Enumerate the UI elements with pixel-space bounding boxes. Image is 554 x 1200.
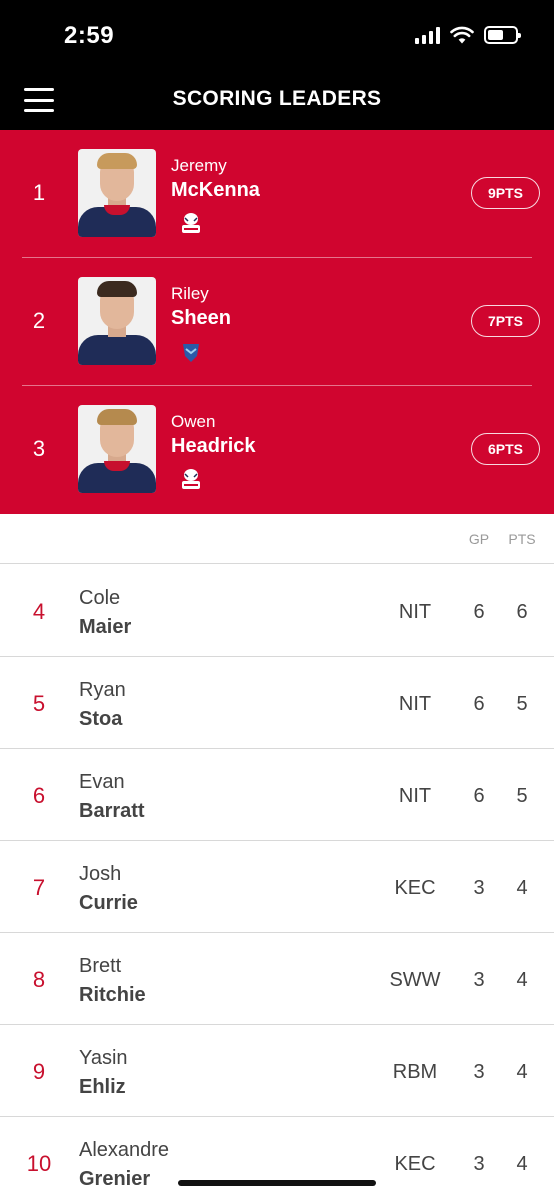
- header-gp: GP: [468, 531, 490, 547]
- row-team: NIT: [398, 601, 432, 623]
- wifi-icon: [450, 26, 474, 44]
- row-first-name: Alexandre: [79, 1139, 170, 1161]
- leader-rank: 2: [32, 308, 46, 333]
- row-rank: 9: [32, 1059, 46, 1084]
- row-last-name: Stoa: [79, 708, 123, 730]
- player-photo: [78, 405, 156, 493]
- ice-tigers-logo-icon: [182, 469, 200, 489]
- points-pill[interactable]: 6PTS: [471, 433, 540, 465]
- player-photo: [78, 149, 156, 237]
- row-team: NIT: [398, 693, 432, 715]
- leader-first-name: Owen: [171, 412, 216, 431]
- leader-last-name: Headrick: [171, 435, 256, 457]
- points-pill[interactable]: 7PTS: [471, 305, 540, 337]
- table-row[interactable]: 6 Evan Barratt NIT 6 5: [0, 749, 554, 841]
- points-pill[interactable]: 9PTS: [471, 177, 540, 209]
- table-row[interactable]: 8 Brett Ritchie SWW 3 4: [0, 933, 554, 1025]
- row-gp: 3: [473, 1153, 485, 1175]
- table-row[interactable]: 7 Josh Currie KEC 3 4: [0, 841, 554, 933]
- row-last-name: Barratt: [79, 800, 145, 822]
- row-last-name: Ehliz: [79, 1076, 126, 1098]
- status-bar: 2:59: [0, 0, 554, 70]
- row-pts: 4: [516, 877, 528, 899]
- leader-rank: 1: [32, 180, 46, 205]
- table-row[interactable]: 10 Alexandre Grenier KEC 3 4: [0, 1117, 554, 1200]
- row-gp: 6: [473, 601, 485, 623]
- leader-rank: 3: [32, 436, 46, 461]
- leader-row-1[interactable]: 1 Jeremy McKenna 9PTS: [0, 130, 554, 258]
- row-team: SWW: [389, 969, 441, 991]
- ice-tigers-logo-icon: [182, 213, 200, 233]
- row-rank: 4: [32, 599, 46, 624]
- row-rank: 7: [32, 875, 46, 900]
- leader-row-3[interactable]: 3 Owen Headrick 6PTS: [0, 386, 554, 514]
- status-time: 2:59: [64, 22, 115, 49]
- table-row[interactable]: 5 Ryan Stoa NIT 6 5: [0, 657, 554, 749]
- table-row[interactable]: 9 Yasin Ehliz RBM 3 4: [0, 1025, 554, 1117]
- row-team: RBM: [392, 1061, 438, 1083]
- nav-bar: SCORING LEADERS: [0, 70, 554, 130]
- status-icons: [415, 26, 521, 44]
- row-last-name: Currie: [79, 892, 138, 914]
- row-rank: 5: [32, 691, 46, 716]
- top-leaders-section: 1 Jeremy McKenna 9PTS 2 Riley Sheen 7PTS: [0, 130, 554, 514]
- leader-last-name: Sheen: [171, 307, 232, 329]
- table-header: GP PTS: [0, 514, 554, 564]
- row-team: KEC: [394, 877, 436, 899]
- row-first-name: Josh: [79, 863, 122, 885]
- battery-icon: [484, 26, 521, 44]
- row-rank: 8: [32, 967, 46, 992]
- row-pts: 5: [516, 785, 528, 807]
- cellular-signal-icon: [415, 26, 440, 44]
- player-photo: [78, 277, 156, 365]
- table-row[interactable]: 4 Cole Maier NIT 6 6: [0, 565, 554, 657]
- row-last-name: Maier: [79, 616, 132, 638]
- row-gp: 3: [473, 969, 485, 991]
- row-last-name: Grenier: [79, 1168, 151, 1190]
- row-gp: 6: [473, 693, 485, 715]
- leader-last-name: McKenna: [171, 179, 260, 201]
- row-pts: 4: [516, 1061, 528, 1083]
- row-team: KEC: [394, 1153, 436, 1175]
- page-title: SCORING LEADERS: [172, 87, 382, 110]
- leader-first-name: Riley: [171, 284, 209, 303]
- row-team: NIT: [398, 785, 432, 807]
- row-pts: 4: [516, 1153, 528, 1175]
- row-gp: 3: [473, 1061, 485, 1083]
- row-pts: 4: [516, 969, 528, 991]
- row-first-name: Evan: [79, 771, 125, 793]
- leader-first-name: Jeremy: [171, 156, 227, 175]
- leader-row-2[interactable]: 2 Riley Sheen 7PTS: [0, 258, 554, 386]
- header-pts: PTS: [508, 531, 536, 547]
- row-first-name: Cole: [79, 587, 121, 609]
- row-first-name: Brett: [79, 955, 122, 977]
- row-rank: 6: [32, 783, 46, 808]
- row-gp: 6: [473, 785, 485, 807]
- home-indicator[interactable]: [178, 1180, 376, 1186]
- row-pts: 6: [516, 601, 528, 623]
- row-last-name: Ritchie: [79, 984, 146, 1006]
- row-first-name: Yasin: [79, 1047, 128, 1069]
- row-rank: 10: [26, 1151, 52, 1176]
- row-pts: 5: [516, 693, 528, 715]
- row-first-name: Ryan: [79, 679, 126, 701]
- wild-wings-logo-icon: [183, 344, 199, 362]
- row-gp: 3: [473, 877, 485, 899]
